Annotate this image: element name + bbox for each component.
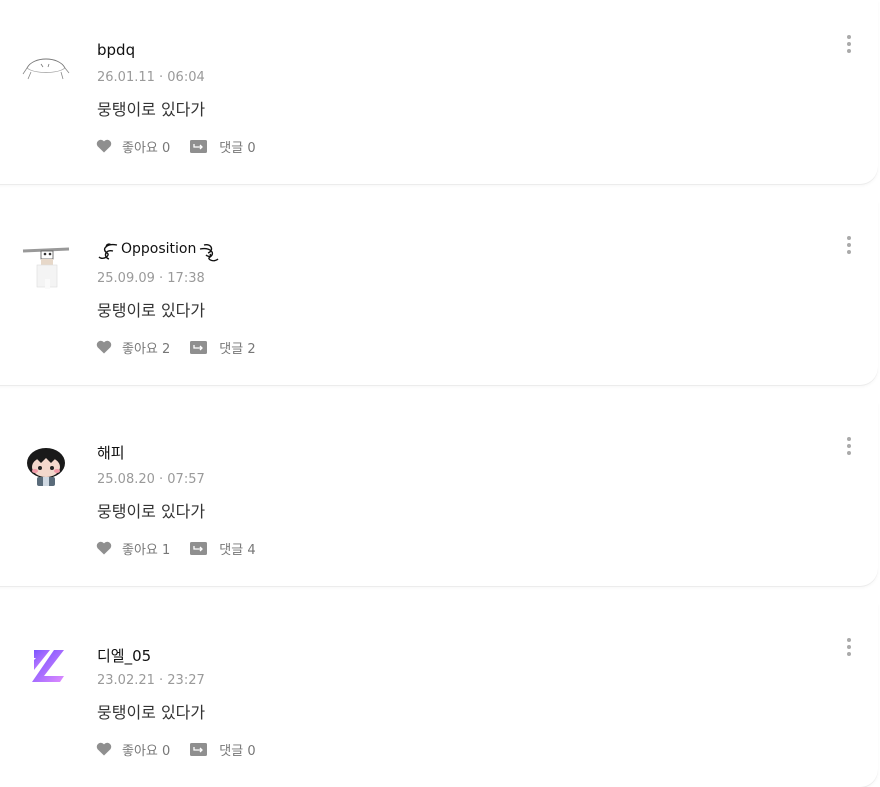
- username[interactable]: Opposition: [97, 241, 220, 267]
- comment-feed: bpdq 26.01.11 · 06:04 뭉탱이로 있다가 좋아요 0 댓글 …: [0, 0, 880, 787]
- reply-arrow-icon: [190, 541, 208, 555]
- reply-button[interactable]: 댓글 0: [190, 740, 256, 759]
- username[interactable]: 해피: [97, 442, 125, 463]
- logo-avatar-icon[interactable]: [21, 641, 71, 691]
- like-button[interactable]: 좋아요 0: [96, 137, 170, 156]
- swirl-right-icon: [196, 241, 220, 267]
- comment-card: 해피 25.08.20 · 07:57 뭉탱이로 있다가 좋아요 1 댓글 4: [0, 402, 878, 586]
- more-options-icon[interactable]: [840, 634, 858, 660]
- comment-text: 뭉탱이로 있다가: [97, 703, 206, 722]
- reply-button[interactable]: 댓글 4: [190, 539, 256, 558]
- timestamp: 25.08.20 · 07:57: [97, 472, 205, 487]
- comment-count: 댓글 2: [219, 341, 256, 357]
- comment-actions: 좋아요 0 댓글 0: [96, 136, 256, 156]
- like-count: 좋아요 2: [122, 341, 171, 357]
- comment-text: 뭉탱이로 있다가: [97, 100, 206, 119]
- swirl-left-icon: [97, 241, 121, 267]
- heart-icon: [96, 340, 112, 354]
- timestamp: 26.01.11 · 06:04: [97, 70, 205, 85]
- timestamp: 23.02.21 · 23:27: [97, 673, 205, 688]
- comment-actions: 좋아요 2 댓글 2: [96, 337, 256, 357]
- heart-icon: [96, 139, 112, 153]
- reply-arrow-icon: [190, 340, 208, 354]
- reply-button[interactable]: 댓글 0: [190, 137, 256, 156]
- like-button[interactable]: 좋아요 1: [96, 539, 170, 558]
- comment-text: 뭉탱이로 있다가: [97, 301, 206, 320]
- like-button[interactable]: 좋아요 0: [96, 740, 170, 759]
- like-button[interactable]: 좋아요 2: [96, 338, 170, 357]
- username[interactable]: bpdq: [97, 41, 135, 59]
- comment-actions: 좋아요 1 댓글 4: [96, 538, 256, 558]
- hat-character-avatar-icon[interactable]: [21, 244, 71, 294]
- scribble-avatar-icon[interactable]: [21, 42, 71, 92]
- comment-card: 디엘_05 23.02.21 · 23:27 뭉탱이로 있다가 좋아요 0 댓글…: [0, 603, 878, 787]
- username-text: Opposition: [121, 240, 197, 257]
- comment-count: 댓글 0: [219, 743, 256, 759]
- more-options-icon[interactable]: [840, 232, 858, 258]
- like-count: 좋아요 0: [122, 743, 171, 759]
- heart-icon: [96, 742, 112, 756]
- reply-arrow-icon: [190, 742, 208, 756]
- reply-arrow-icon: [190, 139, 208, 153]
- comment-text: 뭉탱이로 있다가: [97, 502, 206, 521]
- comment-card: bpdq 26.01.11 · 06:04 뭉탱이로 있다가 좋아요 0 댓글 …: [0, 0, 878, 184]
- chibi-character-avatar-icon[interactable]: [21, 442, 71, 492]
- like-count: 좋아요 0: [122, 140, 171, 156]
- comment-actions: 좋아요 0 댓글 0: [96, 739, 256, 759]
- comment-count: 댓글 0: [219, 140, 256, 156]
- heart-icon: [96, 541, 112, 555]
- more-options-icon[interactable]: [840, 433, 858, 459]
- like-count: 좋아요 1: [122, 542, 171, 558]
- timestamp: 25.09.09 · 17:38: [97, 271, 205, 286]
- reply-button[interactable]: 댓글 2: [190, 338, 256, 357]
- more-options-icon[interactable]: [840, 31, 858, 57]
- comment-card: Opposition 25.09.09 · 17:38 뭉탱이로 있다가 좋아요…: [0, 201, 878, 385]
- comment-count: 댓글 4: [219, 542, 256, 558]
- username[interactable]: 디엘_05: [97, 645, 151, 666]
